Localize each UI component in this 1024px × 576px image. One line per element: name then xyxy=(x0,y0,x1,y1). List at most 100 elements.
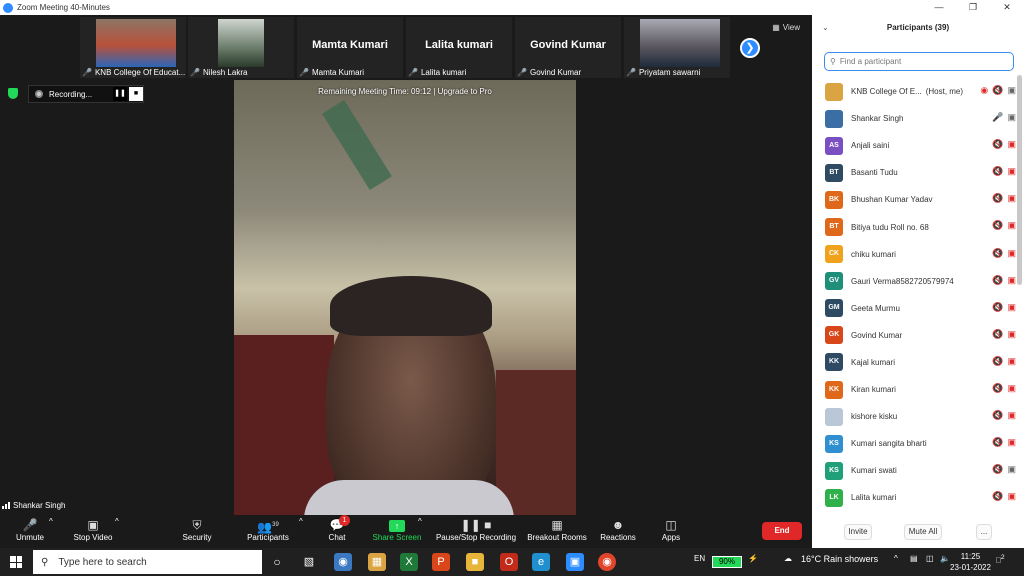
video-tile[interactable]: Lalita kumari 🎤 Lalita kumari xyxy=(406,17,512,78)
pause-stop-recording-button[interactable]: ❚❚ ■ Pause/Stop Recording xyxy=(434,517,518,542)
participant-row[interactable]: BT Bitiya tudu Roll no. 68 🔇 ▣ xyxy=(812,213,1016,240)
cortana-icon[interactable]: ○ xyxy=(268,553,286,571)
video-off-icon[interactable]: ▣ xyxy=(1007,356,1016,367)
unmute-button[interactable]: 🎤 Unmute xyxy=(10,517,50,542)
mic-icon[interactable]: 🎤 xyxy=(992,112,1003,123)
mic-muted-icon[interactable]: 🔇 xyxy=(992,248,1003,259)
share-screen-button[interactable]: ↑ Share Screen xyxy=(370,517,424,542)
powerpoint-icon[interactable]: P xyxy=(432,553,450,571)
video-off-icon[interactable]: ▣ xyxy=(1007,139,1016,150)
system-clock[interactable]: 11:25 23-01-2022 xyxy=(950,551,991,573)
mic-muted-icon[interactable]: 🔇 xyxy=(992,410,1003,421)
audio-options-caret[interactable]: ^ xyxy=(49,517,53,526)
mute-all-button[interactable]: Mute All xyxy=(904,524,942,540)
participant-list-scrollbar[interactable] xyxy=(1017,75,1022,285)
mic-muted-icon[interactable]: 🔇 xyxy=(992,193,1003,204)
folder-icon[interactable]: ■ xyxy=(466,553,484,571)
stop-recording-button[interactable]: ■ xyxy=(129,87,143,101)
mic-muted-icon[interactable]: 🔇 xyxy=(992,464,1003,475)
mic-muted-icon[interactable]: 🔇 xyxy=(992,383,1003,394)
apps-button[interactable]: ◫ Apps xyxy=(656,517,686,542)
participant-row[interactable]: Shankar Singh 🎤 ▣ xyxy=(812,105,1016,132)
participant-row[interactable]: BT Basanti Tudu 🔇 ▣ xyxy=(812,159,1016,186)
video-camera-icon[interactable]: ▣ xyxy=(1007,464,1016,475)
chrome-icon[interactable]: ◉ xyxy=(598,553,616,571)
weather-label[interactable]: 16°C Rain showers xyxy=(801,554,878,564)
video-off-icon[interactable]: ▣ xyxy=(1007,491,1016,502)
remaining-time-notice[interactable]: Remaining Meeting Time: 09:12 | Upgrade … xyxy=(234,87,576,96)
tray-app-icon[interactable]: ▤ xyxy=(910,554,918,563)
tray-overflow-icon[interactable]: ^ xyxy=(894,554,898,563)
next-page-button[interactable]: ❯ xyxy=(740,38,760,58)
video-off-icon[interactable]: ▣ xyxy=(1007,166,1016,177)
breakout-rooms-button[interactable]: ▦ Breakout Rooms xyxy=(526,517,588,542)
video-off-icon[interactable]: ▣ xyxy=(1007,248,1016,259)
video-tile[interactable]: 🎤 Priyatam sawarni xyxy=(624,17,730,78)
mic-muted-icon[interactable]: 🔇 xyxy=(992,302,1003,313)
participant-row[interactable]: KK Kiran kumari 🔇 ▣ xyxy=(812,376,1016,403)
excel-icon[interactable]: X xyxy=(400,553,418,571)
participant-row[interactable]: CK chiku kumari 🔇 ▣ xyxy=(812,241,1016,268)
participant-search-input[interactable]: ⚲ Find a participant xyxy=(824,52,1014,71)
network-icon[interactable]: ◫ xyxy=(926,554,934,563)
participants-button[interactable]: 👥39 Participants xyxy=(243,517,293,542)
video-options-caret[interactable]: ^ xyxy=(115,517,119,526)
video-camera-icon[interactable]: ▣ xyxy=(1007,85,1016,96)
participant-row[interactable]: kishore kisku 🔇 ▣ xyxy=(812,403,1016,430)
reactions-button[interactable]: ☻ Reactions xyxy=(598,517,638,542)
video-off-icon[interactable]: ▣ xyxy=(1007,437,1016,448)
video-camera-icon[interactable]: ▣ xyxy=(1007,112,1016,123)
taskbar-search-box[interactable]: ⚲ Type here to search xyxy=(33,550,262,574)
share-options-caret[interactable]: ^ xyxy=(418,517,422,526)
participant-row[interactable]: KS Kumari swati 🔇 ▣ xyxy=(812,457,1016,484)
participant-row[interactable]: AS Anjali saini 🔇 ▣ xyxy=(812,132,1016,159)
mic-muted-icon[interactable]: 🔇 xyxy=(992,220,1003,231)
video-tile[interactable]: 🎤 KNB College Of Educat... xyxy=(80,17,186,78)
mic-muted-icon[interactable]: 🔇 xyxy=(992,329,1003,340)
app-icon[interactable]: ◉ xyxy=(334,553,352,571)
video-off-icon[interactable]: ▣ xyxy=(1007,220,1016,231)
mic-muted-icon[interactable]: 🔇 xyxy=(992,166,1003,177)
video-off-icon[interactable]: ▣ xyxy=(1007,275,1016,286)
participant-row[interactable]: LK Lalita kumari 🔇 ▣ xyxy=(812,484,1016,511)
notifications-icon[interactable]: □2 xyxy=(996,554,1005,565)
windows-start-icon[interactable] xyxy=(10,556,22,568)
mic-muted-icon[interactable]: 🔇 xyxy=(992,275,1003,286)
stop-video-button[interactable]: ▣ Stop Video xyxy=(70,517,116,542)
video-off-icon[interactable]: ▣ xyxy=(1007,383,1016,394)
edge-icon[interactable]: e xyxy=(532,553,550,571)
close-icon[interactable]: ✕ xyxy=(990,2,1024,13)
zoom-app-icon[interactable]: ▣ xyxy=(566,553,584,571)
maximize-icon[interactable]: ❐ xyxy=(956,2,990,13)
participant-row[interactable]: BK Bhushan Kumar Yadav 🔇 ▣ xyxy=(812,186,1016,213)
task-view-icon[interactable]: ▧ xyxy=(300,553,318,571)
office-icon[interactable]: O xyxy=(500,553,518,571)
pause-recording-button[interactable]: ❚❚ xyxy=(113,87,127,101)
video-off-icon[interactable]: ▣ xyxy=(1007,410,1016,421)
participants-options-caret[interactable]: ^ xyxy=(299,517,303,526)
mic-muted-icon[interactable]: 🔇 xyxy=(992,85,1003,96)
participant-row[interactable]: KNB College Of E... (Host, me) ◉ 🔇 ▣ xyxy=(812,78,1016,105)
video-off-icon[interactable]: ▣ xyxy=(1007,329,1016,340)
participant-row[interactable]: KK Kajal kumari 🔇 ▣ xyxy=(812,349,1016,376)
view-button[interactable]: ▦ View xyxy=(772,23,800,32)
participant-row[interactable]: GM Geeta Murmu 🔇 ▣ xyxy=(812,295,1016,322)
video-tile[interactable]: 🎤 Nilesh Lakra xyxy=(188,17,294,78)
participant-row[interactable]: GK Govind Kumar 🔇 ▣ xyxy=(812,322,1016,349)
mic-muted-icon[interactable]: 🔇 xyxy=(992,356,1003,367)
file-explorer-icon[interactable]: ▦ xyxy=(368,553,386,571)
minimize-icon[interactable]: — xyxy=(922,2,956,13)
video-off-icon[interactable]: ▣ xyxy=(1007,193,1016,204)
volume-icon[interactable]: 🔈 xyxy=(940,554,950,563)
mic-muted-icon[interactable]: 🔇 xyxy=(992,437,1003,448)
participant-row[interactable]: KS Kumari sangita bharti 🔇 ▣ xyxy=(812,430,1016,457)
video-off-icon[interactable]: ▣ xyxy=(1007,302,1016,313)
end-meeting-button[interactable]: End xyxy=(762,522,802,540)
encryption-shield-icon[interactable] xyxy=(8,88,18,99)
participant-row[interactable]: GV Gauri Verma8582720579974 🔇 ▣ xyxy=(812,268,1016,295)
battery-indicator[interactable]: 90% xyxy=(712,556,742,568)
mic-muted-icon[interactable]: 🔇 xyxy=(992,139,1003,150)
more-options-button[interactable]: ... xyxy=(976,524,992,540)
invite-button[interactable]: Invite xyxy=(844,524,872,540)
security-button[interactable]: ⛨ Security xyxy=(177,517,217,542)
